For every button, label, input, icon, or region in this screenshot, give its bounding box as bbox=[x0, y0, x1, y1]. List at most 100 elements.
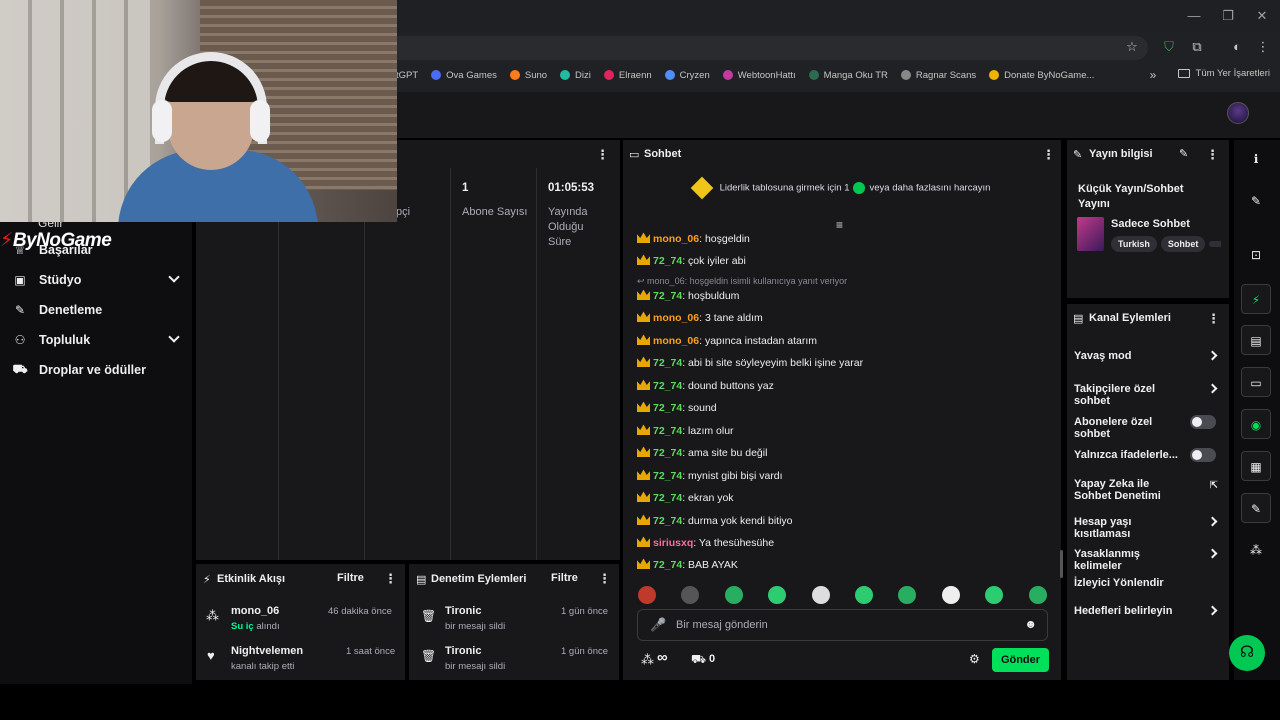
support-chat-button[interactable]: ☊ bbox=[1229, 635, 1265, 671]
chat-username[interactable]: mono_06 bbox=[653, 335, 699, 347]
bookmarks-overflow-button[interactable]: » bbox=[1144, 66, 1162, 84]
emote-icon[interactable] bbox=[985, 586, 1004, 604]
mod-username[interactable]: Tironic bbox=[445, 645, 481, 657]
chat-message[interactable]: 72_74: çok iyiler abi bbox=[637, 254, 746, 267]
chat-message[interactable]: siriusxq: Ya thesühesühe bbox=[637, 536, 774, 549]
pinned-collapse-icon[interactable]: ≡ bbox=[836, 218, 843, 232]
channel-action-item[interactable]: Hedefleri belirleyin bbox=[1074, 605, 1224, 617]
more-options-icon[interactable]: ⋮ bbox=[1042, 147, 1055, 163]
points-value[interactable]: ∞ bbox=[657, 649, 668, 666]
bookmark-item[interactable]: Ragnar Scans bbox=[900, 70, 976, 81]
toggle-switch[interactable] bbox=[1190, 415, 1216, 429]
chat-message[interactable]: 72_74: abi bi site söyleyeyim belki işin… bbox=[637, 356, 863, 369]
chat-message[interactable]: mono_06: 3 tane aldım bbox=[637, 311, 763, 324]
chat-message[interactable]: 72_74: durma yok kendi bitiyo bbox=[637, 514, 793, 527]
tag-sohbet[interactable]: Sohbet bbox=[1160, 236, 1206, 252]
channel-action-item[interactable]: Yalnızca ifadelerle... bbox=[1074, 448, 1224, 462]
user-avatar[interactable] bbox=[1227, 102, 1249, 124]
chat-scrollbar[interactable] bbox=[1060, 550, 1063, 578]
extensions-icon[interactable]: ⧉ bbox=[1188, 38, 1206, 56]
filter-button[interactable]: Filtre bbox=[337, 572, 364, 584]
address-bar[interactable] bbox=[396, 36, 1148, 60]
chat-message[interactable]: 72_74: lazım olur bbox=[637, 424, 734, 437]
layout-icon[interactable]: ▦ bbox=[1241, 451, 1271, 481]
menu-icon[interactable]: ⋮ bbox=[1254, 38, 1272, 56]
chat-username[interactable]: 72_74 bbox=[653, 492, 682, 504]
bolt-icon[interactable]: ⚡ bbox=[1241, 284, 1271, 314]
bookmark-item[interactable]: Suno bbox=[509, 70, 547, 81]
channel-action-item[interactable]: Hesap yaşı kısıtlaması bbox=[1074, 516, 1224, 540]
chat-username[interactable]: 72_74 bbox=[653, 447, 682, 459]
tag-more[interactable] bbox=[1209, 241, 1221, 247]
community-icon[interactable]: ⁂ bbox=[1241, 535, 1271, 565]
chat-username[interactable]: 72_74 bbox=[653, 380, 682, 392]
channel-action-item[interactable]: Yavaş mod bbox=[1074, 350, 1224, 362]
broadcast-icon[interactable]: ◉ bbox=[1241, 409, 1271, 439]
category-name[interactable]: Sadece Sohbet bbox=[1111, 218, 1190, 230]
emote-icon[interactable] bbox=[855, 586, 873, 604]
star-icon[interactable]: ☆ bbox=[1123, 38, 1141, 56]
chat-username[interactable]: 72_74 bbox=[653, 357, 682, 369]
pencil-icon[interactable]: ✎ bbox=[1241, 186, 1271, 216]
info-icon[interactable]: ℹ bbox=[1241, 144, 1271, 174]
filter-button[interactable]: Filtre bbox=[551, 572, 578, 584]
close-button[interactable]: ✕ bbox=[1252, 8, 1272, 24]
community-icon[interactable]: ⁂ bbox=[641, 652, 654, 668]
emote-icon[interactable] bbox=[638, 586, 656, 604]
chat-message[interactable]: 72_74: ekran yok bbox=[637, 491, 734, 504]
feed-username[interactable]: Nightvelemen bbox=[231, 645, 303, 657]
chat-username[interactable]: 72_74 bbox=[653, 425, 682, 437]
shield-icon[interactable]: ⛉ bbox=[1160, 38, 1178, 56]
restore-button[interactable]: ❐ bbox=[1218, 8, 1238, 24]
chat-username[interactable]: mono_06 bbox=[653, 312, 699, 324]
sidebar-item-droplar[interactable]: ⛟ Droplar ve ödüller bbox=[12, 360, 182, 380]
chat-username[interactable]: 72_74 bbox=[653, 559, 682, 571]
more-options-icon[interactable]: ⋮ bbox=[596, 147, 609, 163]
channel-action-item[interactable]: Yasaklanmış kelimeler bbox=[1074, 548, 1224, 572]
chat-username[interactable]: 72_74 bbox=[653, 255, 682, 267]
feed-username[interactable]: mono_06 bbox=[231, 605, 279, 617]
mod-username[interactable]: Tironic bbox=[445, 605, 481, 617]
profile-icon[interactable]: ◐ bbox=[1228, 38, 1246, 56]
bookmark-item[interactable]: Elraenn bbox=[603, 70, 652, 81]
bookmark-item[interactable]: Manga Oku TR bbox=[808, 70, 888, 81]
microphone-icon[interactable]: 🎤 bbox=[650, 617, 666, 633]
emote-icon[interactable] bbox=[1028, 586, 1047, 604]
chat-username[interactable]: siriusxq bbox=[653, 537, 693, 549]
chat-bubble-icon[interactable]: ▭ bbox=[1241, 367, 1271, 397]
all-bookmarks-button[interactable]: Tüm Yer İşaretleri bbox=[1177, 68, 1270, 79]
emote-icon[interactable] bbox=[811, 586, 830, 604]
chat-username[interactable]: 72_74 bbox=[653, 290, 682, 302]
more-options-icon[interactable]: ⋮ bbox=[384, 571, 397, 587]
minimize-button[interactable]: — bbox=[1184, 8, 1204, 23]
more-options-icon[interactable]: ⋮ bbox=[598, 571, 611, 587]
sidebar-item-topluluk[interactable]: ⚇ Topluluk bbox=[12, 330, 182, 350]
chat-message[interactable]: mono_06: yapınca instadan atarım bbox=[637, 334, 817, 347]
emote-icon[interactable] bbox=[941, 586, 960, 604]
pencil-icon[interactable]: ✎ bbox=[1179, 147, 1188, 160]
sidebar-item-studyo[interactable]: ▣ Stüdyo bbox=[12, 270, 182, 290]
more-options-icon[interactable]: ⋮ bbox=[1206, 147, 1219, 163]
chat-message[interactable]: 72_74: sound bbox=[637, 401, 717, 414]
emote-icon[interactable] bbox=[898, 586, 917, 604]
chat-username[interactable]: 72_74 bbox=[653, 515, 682, 527]
bookmark-item[interactable]: WebtoonHattı bbox=[722, 70, 796, 81]
channel-action-item[interactable]: Abonelere özel sohbet bbox=[1074, 415, 1224, 440]
sidebar-item-denetleme[interactable]: ✎ Denetleme bbox=[12, 300, 182, 320]
emote-icon[interactable] bbox=[681, 586, 700, 604]
chat-username[interactable]: 72_74 bbox=[653, 470, 682, 482]
category-thumbnail[interactable] bbox=[1077, 217, 1104, 251]
chat-message[interactable]: 72_74: BAB AYAK bbox=[637, 558, 738, 571]
emoji-icon[interactable]: ☻ bbox=[1024, 617, 1037, 631]
chat-message[interactable]: 72_74: ama site bu değil bbox=[637, 446, 767, 459]
bookmark-item[interactable]: tGPT bbox=[396, 70, 418, 81]
capture-icon[interactable]: ⊡ bbox=[1241, 240, 1271, 270]
gear-icon[interactable]: ⚙ bbox=[969, 652, 980, 666]
chat-message[interactable]: mono_06: hoşgeldin bbox=[637, 232, 750, 245]
send-button[interactable]: Gönder bbox=[992, 648, 1049, 672]
chat-message[interactable]: 72_74: dound buttons yaz bbox=[637, 379, 774, 392]
chat-username[interactable]: mono_06 bbox=[653, 233, 699, 245]
more-options-icon[interactable]: ⋮ bbox=[1207, 311, 1220, 327]
emote-icon[interactable] bbox=[768, 586, 787, 604]
bookmark-item[interactable]: Cryzen bbox=[664, 70, 710, 81]
